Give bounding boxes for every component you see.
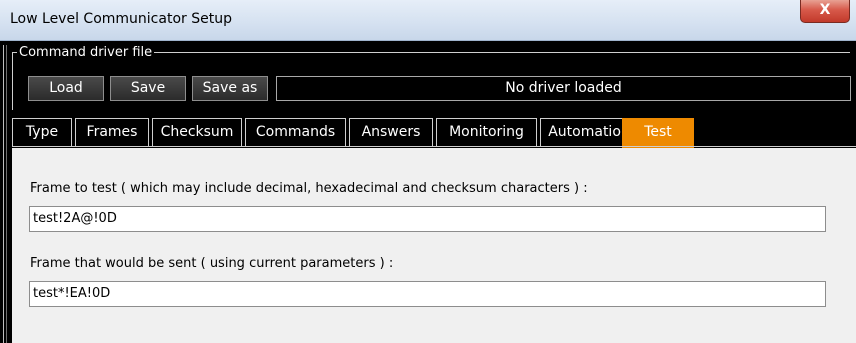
tab-frames[interactable]: Frames (75, 118, 149, 146)
tab-baseline (12, 146, 856, 147)
tab-checksum[interactable]: Checksum (152, 118, 242, 146)
frame-sent-label: Frame that would be sent ( using current… (30, 256, 394, 271)
group-label: Command driver file (17, 45, 155, 60)
driver-status-field: No driver loaded (276, 76, 851, 101)
close-button[interactable]: X (800, 0, 850, 23)
tab-type[interactable]: Type (12, 118, 72, 146)
frame-sent-output[interactable]: test*!EA!0D (29, 281, 826, 307)
left-frame-rule (3, 45, 7, 343)
save-button[interactable]: Save (110, 76, 186, 101)
tab-answers[interactable]: Answers (349, 118, 433, 146)
frame-to-test-label: Frame to test ( which may include decima… (30, 181, 588, 196)
tab-commands[interactable]: Commands (245, 118, 346, 146)
title-bar: Low Level Communicator Setup X (0, 0, 856, 41)
group-border-left (12, 52, 13, 110)
tab-test[interactable]: Test (622, 118, 694, 148)
close-icon: X (819, 2, 831, 18)
load-button[interactable]: Load (28, 76, 104, 101)
save-as-button[interactable]: Save as (192, 76, 268, 101)
test-panel (12, 148, 856, 343)
tab-monitoring[interactable]: Monitoring (436, 118, 537, 146)
frame-to-test-input[interactable]: test!2A@!0D (29, 206, 826, 232)
window-title: Low Level Communicator Setup (10, 11, 232, 27)
